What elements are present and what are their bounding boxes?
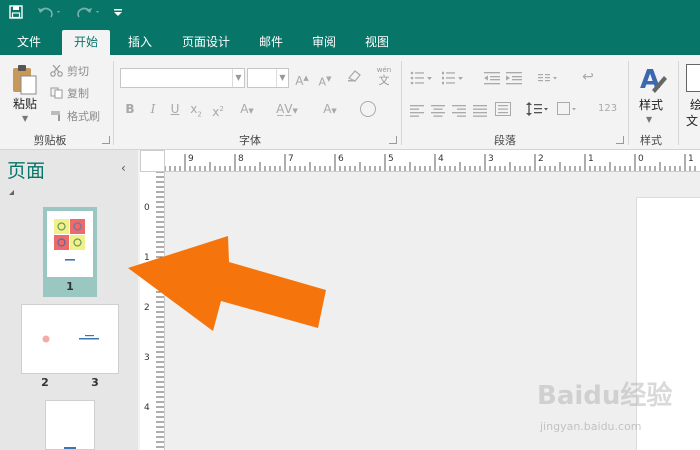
publisher-window: 文件 开始 插入 页面设计 邮件 审阅 视图 粘贴 ▼ 剪切 复制 格式刷 剪贴… xyxy=(0,0,700,450)
watermark-url: jingyan.baidu.com xyxy=(540,420,642,433)
watermark-logo: Baidu经验 xyxy=(537,381,673,411)
